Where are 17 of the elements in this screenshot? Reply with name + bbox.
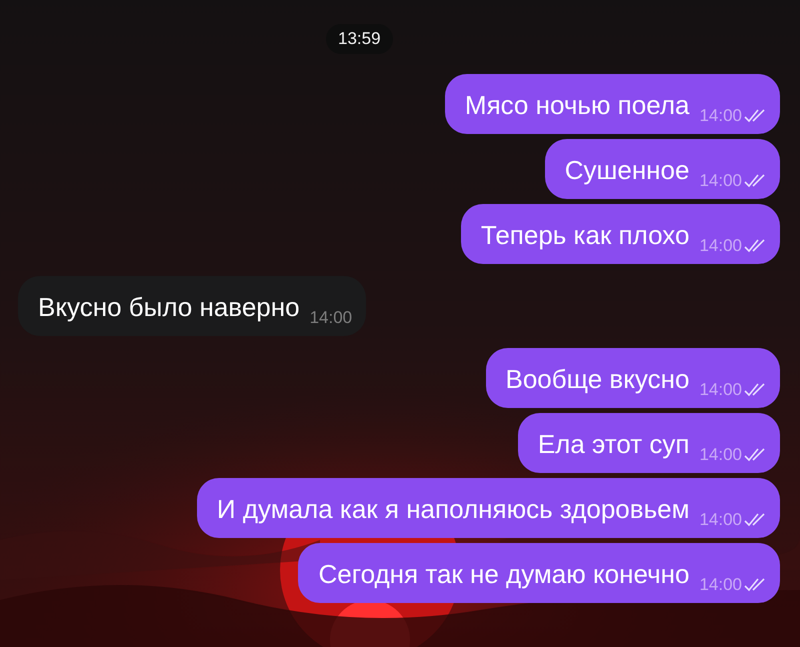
message-time: 14:00 xyxy=(699,575,742,595)
message-time: 14:00 xyxy=(699,106,742,126)
message-time: 14:00 xyxy=(310,308,352,328)
message-text: Сушенное xyxy=(564,154,690,187)
message-time: 14:00 xyxy=(699,510,742,530)
message-time: 14:00 xyxy=(699,445,742,465)
message-time: 14:00 xyxy=(699,171,742,191)
message-text: Вкусно было наверно xyxy=(38,291,300,324)
date-label: 13:59 xyxy=(326,24,393,54)
message-text: Мясо ночью поела xyxy=(464,89,690,122)
message-text: И думала как я наполняюсь здоровьем xyxy=(216,493,690,526)
message-text: Теперь как плохо xyxy=(480,219,690,252)
message-time: 14:00 xyxy=(699,236,742,256)
message-text: Вообще вкусно xyxy=(506,363,690,396)
message-text: Ела этот суп xyxy=(538,428,690,461)
message-text: Сегодня так не думаю конечно xyxy=(318,558,690,591)
message-time: 14:00 xyxy=(699,380,742,400)
